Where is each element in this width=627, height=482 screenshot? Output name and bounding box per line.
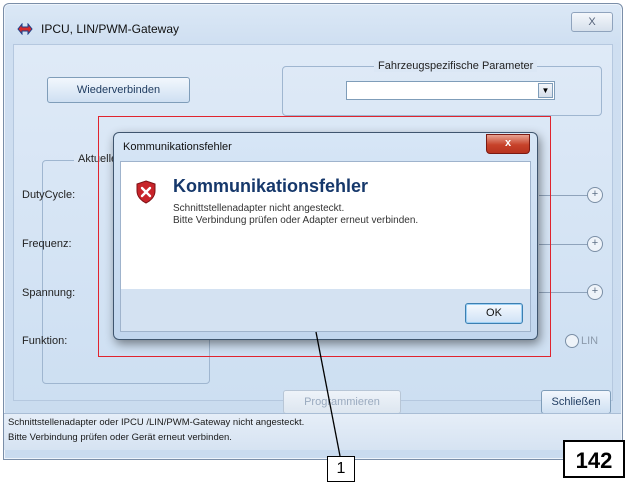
error-shield-icon xyxy=(136,180,156,204)
frequency-plus-icon[interactable]: + xyxy=(587,236,603,252)
dialog-heading: Kommunikationsfehler xyxy=(173,176,369,196)
callout-number: 1 xyxy=(327,456,355,482)
dialog-message-line1: Schnittstellenadapter nicht angesteckt. xyxy=(173,203,345,214)
window-close-button[interactable]: X xyxy=(571,12,613,32)
dialog-message-line2: Bitte Verbindung prüfen oder Adapter ern… xyxy=(173,215,419,226)
function-label: Funktion: xyxy=(22,335,68,347)
voltage-plus-icon[interactable]: + xyxy=(587,284,603,300)
close-main-button[interactable]: Schließen xyxy=(541,390,611,414)
callout-leader-line xyxy=(315,331,341,457)
status-text-line1: Schnittstellenadapter oder IPCU /LIN/PWM… xyxy=(8,417,305,428)
window-titlebar[interactable]: IPCU, LIN/PWM-Gateway X xyxy=(4,4,622,44)
dialog-title: Kommunikationsfehler xyxy=(123,141,232,153)
dutycycle-plus-icon[interactable]: + xyxy=(587,187,603,203)
lin-radio-label: LIN xyxy=(581,335,599,347)
vehicle-params-title: Fahrzeugspezifische Parameter xyxy=(374,60,538,72)
dialog-close-button[interactable]: x xyxy=(486,134,530,154)
error-dialog: Kommunikationsfehler x Kommunikationsfeh… xyxy=(113,132,538,340)
reconnect-button[interactable]: Wiederverbinden xyxy=(47,77,190,103)
dialog-ok-button[interactable]: OK xyxy=(465,303,523,324)
page-number: 142 xyxy=(563,440,625,478)
vehicle-params-select[interactable]: ▼ xyxy=(346,81,555,100)
lin-radio-button[interactable] xyxy=(565,334,579,348)
voltage-label: Spannung: xyxy=(22,287,76,299)
dropdown-arrow-icon[interactable]: ▼ xyxy=(538,83,553,98)
gateway-app-icon xyxy=(17,23,33,35)
dialog-content: Kommunikationsfehler Schnittstellenadapt… xyxy=(120,161,531,291)
dutycycle-label: DutyCycle: xyxy=(22,189,76,201)
status-text-line2: Bitte Verbindung prüfen oder Gerät erneu… xyxy=(8,432,232,443)
window-title: IPCU, LIN/PWM-Gateway xyxy=(41,22,180,36)
frequency-label: Frequenz: xyxy=(22,238,72,250)
